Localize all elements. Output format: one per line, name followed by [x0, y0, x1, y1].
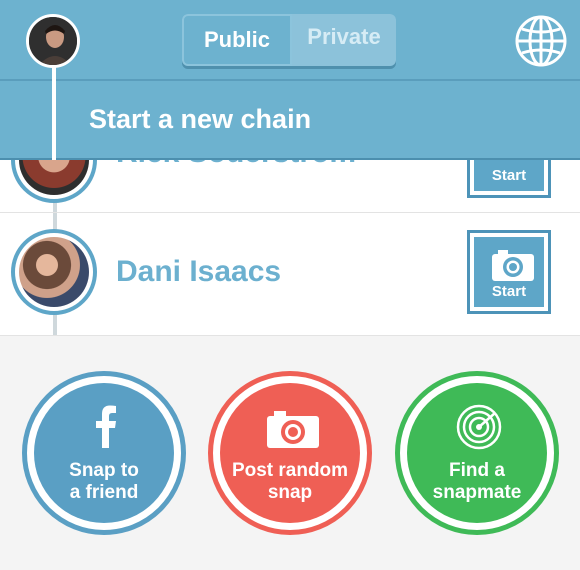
row-divider	[0, 212, 580, 213]
start-new-chain-button[interactable]: Start a new chain	[89, 104, 311, 135]
header: Public Private Start a new chain	[0, 0, 580, 160]
timeline-line	[52, 62, 56, 160]
header-divider	[0, 79, 580, 81]
profile-avatar[interactable]	[26, 14, 80, 68]
action-label: snapmate	[432, 482, 522, 503]
facebook-icon	[96, 405, 116, 448]
action-label: a friend	[69, 482, 139, 503]
post-random-snap-button[interactable]: Post random snap	[208, 371, 372, 535]
start-chain-button[interactable]: Start	[467, 230, 551, 314]
profile-photo	[29, 17, 77, 65]
chain-avatar[interactable]	[11, 229, 97, 315]
action-label: Post random	[231, 460, 349, 481]
action-label: Find a	[449, 460, 505, 481]
tab-private[interactable]: Private	[292, 14, 396, 66]
globe-icon[interactable]	[514, 14, 568, 68]
snap-to-friend-button[interactable]: Snap to a friend	[22, 371, 186, 535]
tab-public[interactable]: Public	[182, 14, 292, 66]
find-snapmate-button[interactable]: Find a snapmate	[395, 371, 559, 535]
visibility-toggle: Public Private	[182, 14, 396, 66]
camera-icon	[492, 250, 534, 281]
action-label: Snap to	[69, 460, 139, 481]
radar-icon	[456, 404, 502, 450]
row-divider	[0, 335, 580, 336]
action-label: snap	[267, 482, 313, 503]
start-label: Start	[491, 283, 527, 300]
camera-icon	[267, 411, 319, 448]
header-bottom-edge	[0, 158, 580, 160]
start-label: Start	[491, 167, 527, 184]
chain-name[interactable]: Dani Isaacs	[116, 255, 281, 289]
